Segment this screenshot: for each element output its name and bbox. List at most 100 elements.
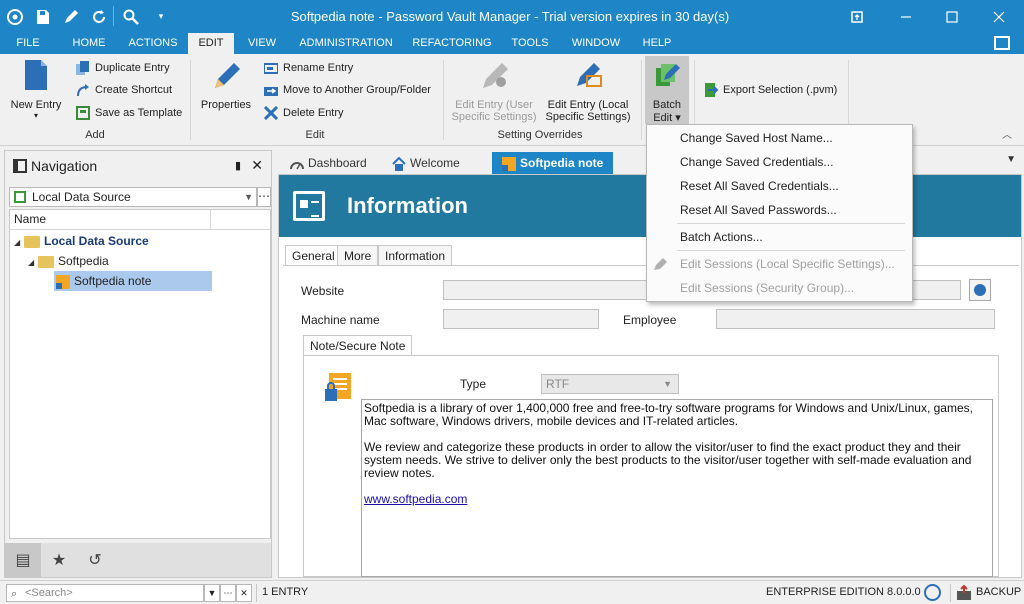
type-select[interactable]: RTF ▼: [541, 374, 679, 394]
new-entry-label: New Entry: [10, 99, 62, 111]
menu-file[interactable]: FILE: [6, 33, 50, 54]
shortcut-arrow-icon: [77, 84, 89, 97]
pin-icon[interactable]: ▮: [235, 159, 241, 172]
batch-edit-icon: [656, 64, 680, 86]
tab-welcome[interactable]: Welcome: [392, 152, 460, 174]
edit-local-settings-button[interactable]: Edit Entry (Local Specific Settings): [544, 58, 632, 123]
entries-icon[interactable]: ▤: [5, 543, 41, 577]
edit-group-label: Edit: [305, 129, 325, 141]
menu-edit[interactable]: EDIT: [188, 33, 234, 54]
collapse-ribbon-icon[interactable]: ︿: [1002, 126, 1012, 141]
save-as-template-button[interactable]: Save as Template: [76, 103, 182, 123]
tab-note-secure-note[interactable]: Note/Secure Note: [303, 335, 413, 355]
status-separator: [256, 584, 257, 602]
search-icon: ⌕: [11, 588, 18, 600]
edit-icon[interactable]: [56, 0, 86, 33]
menu-home[interactable]: HOME: [66, 33, 112, 54]
menu-refactoring[interactable]: REFACTORING: [408, 33, 496, 54]
edit-sessions-security-item[interactable]: Edit Sessions (Security Group)...: [647, 277, 912, 299]
search-input[interactable]: ⌕ <Search>: [6, 584, 204, 602]
column-header-name[interactable]: Name: [10, 210, 270, 230]
menu-actions[interactable]: ACTIONS: [122, 33, 184, 54]
save-icon[interactable]: [28, 0, 58, 33]
dashboard-gauge-icon: [290, 161, 304, 170]
refresh-icon[interactable]: [84, 0, 114, 33]
tab-welcome-label: Welcome: [410, 156, 460, 170]
tab-dashboard[interactable]: Dashboard: [290, 152, 367, 174]
tab-list-dropdown-icon[interactable]: ▼: [1006, 154, 1016, 165]
menu-window[interactable]: WINDOW: [565, 33, 627, 54]
customize-dropdown-icon[interactable]: ▾: [146, 0, 176, 33]
properties-button[interactable]: Properties: [196, 58, 256, 111]
tree-folder-label: Softpedia: [58, 254, 109, 268]
column-name-label: Name: [14, 212, 47, 226]
tab-softpedia-note[interactable]: Softpedia note: [492, 152, 614, 174]
duplicate-entry-button[interactable]: Duplicate Entry: [76, 58, 170, 78]
change-host-name-item[interactable]: Change Saved Host Name...: [647, 127, 912, 149]
batch-edit-button[interactable]: Batch Edit ▾: [645, 56, 689, 124]
export-selection-button[interactable]: Export Selection (.pvm): [704, 80, 837, 100]
id-card-icon: [293, 191, 325, 221]
data-source-selector[interactable]: Local Data Source ▼: [9, 187, 257, 207]
monitor-pencil-icon: [577, 63, 602, 87]
dropdown-separator: [677, 223, 905, 224]
change-credentials-item[interactable]: Change Saved Credentials...: [647, 151, 912, 173]
backup-arrows-icon: [957, 584, 971, 600]
batch-actions-item[interactable]: Batch Actions...: [647, 226, 912, 248]
delete-entry-label: Delete Entry: [283, 107, 344, 119]
reset-credentials-item[interactable]: Reset All Saved Credentials...: [647, 175, 912, 197]
chevron-down-icon: ▼: [663, 379, 672, 389]
add-group-label: Add: [85, 129, 105, 141]
tree-root-node[interactable]: ◢ Local Data Source: [14, 231, 149, 251]
properties-label: Properties: [200, 99, 252, 111]
alarm-clock-icon[interactable]: [924, 584, 941, 601]
layout-toggle-icon[interactable]: [994, 36, 1010, 50]
delete-entry-button[interactable]: Delete Entry: [264, 103, 344, 123]
app-icon[interactable]: [0, 0, 30, 33]
tab-more[interactable]: More: [337, 245, 379, 265]
new-entry-button[interactable]: New Entry ▾: [6, 58, 66, 120]
pencil-icon: [654, 258, 667, 270]
tab-information[interactable]: Information: [378, 245, 453, 265]
globe-icon[interactable]: [969, 279, 991, 301]
backup-icon[interactable]: [956, 584, 972, 601]
search-dropdown-button[interactable]: ▼: [204, 584, 220, 602]
new-entry-dropdown-icon: ▾: [33, 111, 38, 120]
machine-name-field[interactable]: [443, 309, 599, 329]
menu-view[interactable]: VIEW: [240, 33, 284, 54]
delete-x-icon: [264, 106, 278, 121]
note-link[interactable]: www.softpedia.com: [364, 492, 467, 506]
minimize-button[interactable]: [883, 0, 929, 33]
menu-help[interactable]: HELP: [637, 33, 677, 54]
menu-administration[interactable]: ADMINISTRATION: [294, 33, 398, 54]
tree-folder-node[interactable]: ◢ Softpedia: [28, 251, 109, 271]
rename-entry-button[interactable]: Rename Entry: [264, 58, 353, 78]
reset-passwords-item[interactable]: Reset All Saved Passwords...: [647, 199, 912, 221]
pencil-icon: [215, 63, 240, 88]
restore-panel-icon[interactable]: [834, 0, 880, 33]
create-shortcut-button[interactable]: Create Shortcut: [76, 80, 172, 100]
tree-root-label: Local Data Source: [44, 234, 149, 248]
employee-field[interactable]: [716, 309, 995, 329]
maximize-button[interactable]: [929, 0, 975, 33]
edit-user-settings-button[interactable]: Edit Entry (User Specific Settings): [450, 58, 538, 123]
folder-icon: [24, 235, 40, 248]
menu-tools[interactable]: TOOLS: [505, 33, 555, 54]
history-icon[interactable]: ↺: [77, 543, 113, 577]
move-entry-button[interactable]: Move to Another Group/Folder: [264, 80, 431, 100]
close-button[interactable]: [976, 0, 1022, 33]
search-icon[interactable]: [116, 0, 146, 33]
edit-user-settings-label-1: Edit Entry (User: [455, 99, 533, 111]
tab-general[interactable]: General: [285, 245, 342, 266]
search-options-button[interactable]: ⋯: [220, 584, 236, 602]
favorites-star-icon[interactable]: ★: [41, 543, 77, 577]
note-icon: [502, 156, 516, 171]
edit-sessions-local-item[interactable]: Edit Sessions (Local Specific Settings).…: [647, 253, 912, 275]
entry-count: 1 ENTRY: [262, 586, 309, 598]
save-as-template-label: Save as Template: [95, 107, 183, 119]
data-source-more-button[interactable]: ⋯: [257, 187, 271, 207]
note-rich-text-editor[interactable]: Softpedia is a library of over 1,400,000…: [361, 399, 993, 577]
close-panel-icon[interactable]: ✕: [251, 157, 263, 174]
tree-entry-node[interactable]: Softpedia note: [54, 271, 212, 291]
search-clear-button[interactable]: ✕: [236, 584, 252, 602]
